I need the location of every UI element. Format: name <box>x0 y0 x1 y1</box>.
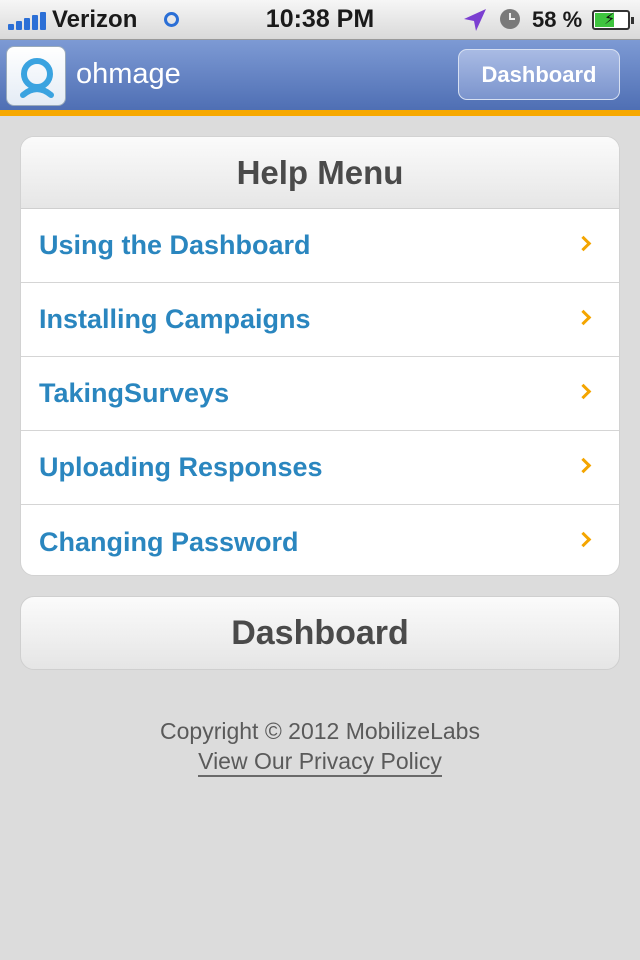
privacy-policy-row: View Our Privacy Policy <box>0 748 640 777</box>
app-title: ohmage <box>76 58 181 90</box>
navbar-accent-stripe <box>0 110 640 116</box>
copyright-text: Copyright © 2012 MobilizeLabs <box>160 718 480 744</box>
alarm-clock-icon <box>500 9 520 29</box>
menu-item-using-dashboard[interactable]: Using the Dashboard <box>21 209 619 283</box>
chevron-right-icon <box>575 531 592 548</box>
chevron-right-icon <box>575 457 592 474</box>
charging-bolt-icon: ⚡ <box>604 11 616 28</box>
battery-percent: 58 % <box>532 7 583 32</box>
battery-charging-icon: ⚡ <box>592 10 634 30</box>
menu-item-installing-campaigns[interactable]: Installing Campaigns <box>21 283 619 357</box>
menu-item-label: Using the Dashboard <box>39 230 311 260</box>
menu-item-label: Installing Campaigns <box>39 304 311 334</box>
menu-item-changing-password[interactable]: Changing Password <box>21 505 619 575</box>
menu-item-taking-surveys[interactable]: TakingSurveys <box>21 357 619 431</box>
chevron-right-icon <box>575 383 592 400</box>
status-bar: Verizon 10:38 PM 58 % ⚡ <box>0 0 640 40</box>
app-logo-icon[interactable] <box>6 46 66 106</box>
menu-item-uploading-responses[interactable]: Uploading Responses <box>21 431 619 505</box>
nav-dashboard-button[interactable]: Dashboard <box>458 49 620 100</box>
menu-item-label: TakingSurveys <box>39 378 230 408</box>
help-menu-card: Help Menu Using the Dashboard Installing… <box>20 136 620 576</box>
help-menu-title: Help Menu <box>21 137 619 209</box>
menu-item-label: Uploading Responses <box>39 452 323 482</box>
ohmage-logo-icon <box>20 58 54 98</box>
privacy-policy-link[interactable]: View Our Privacy Policy <box>198 748 442 777</box>
chevron-right-icon <box>575 309 592 326</box>
navigation-bar: ohmage Dashboard <box>0 40 640 110</box>
chevron-right-icon <box>575 235 592 252</box>
menu-item-label: Changing Password <box>39 526 299 557</box>
location-arrow-icon <box>464 9 486 31</box>
dashboard-button[interactable]: Dashboard <box>20 596 620 670</box>
